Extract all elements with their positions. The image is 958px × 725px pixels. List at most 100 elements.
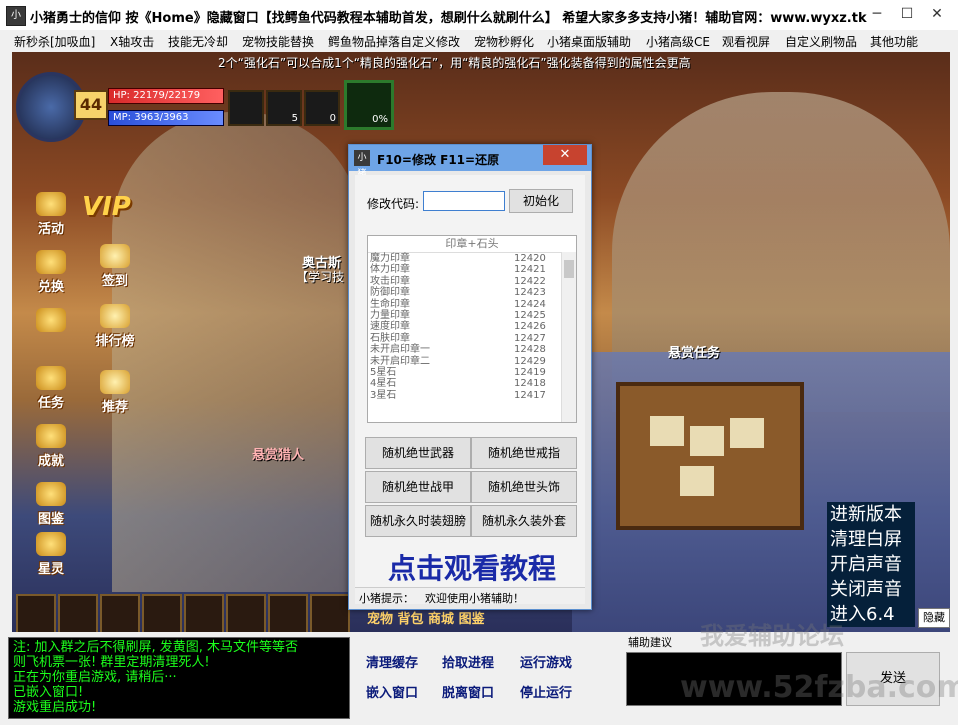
menu-item-x-attack[interactable]: X轴攻击 — [110, 33, 154, 50]
random-armor-button[interactable]: 随机绝世战甲 — [365, 471, 471, 503]
list-item[interactable]: 魔力印章 12420 — [368, 253, 576, 264]
menu-item-custom-items[interactable]: 自定义刷物品 — [785, 33, 857, 50]
wing-icon — [36, 308, 66, 332]
bounty-note — [650, 416, 684, 446]
clear-cache-button[interactable]: 清理缓存 — [366, 652, 418, 671]
menu-item-pet-hatch[interactable]: 宠物秒孵化 — [474, 33, 534, 50]
random-coat-button[interactable]: 随机永久装外套 — [471, 505, 577, 537]
bounty-title: 悬赏任务 — [668, 346, 721, 361]
list-item[interactable]: 石肤印章 12427 — [368, 333, 576, 344]
initialize-button[interactable]: 初始化 — [509, 189, 573, 213]
random-wings-button[interactable]: 随机永久时装翅膀 — [365, 505, 471, 537]
menu-item-video[interactable]: 观看视屏 — [722, 33, 770, 50]
bounty-note — [690, 426, 724, 456]
hide-button[interactable]: 隐藏 — [918, 608, 950, 628]
exchange-button[interactable]: 兑换 — [26, 250, 76, 295]
list-item[interactable]: 生命印章 12424 — [368, 299, 576, 310]
pet-slot[interactable]: 0% — [344, 80, 394, 130]
menu-item-advanced-ce[interactable]: 小猪高级CE — [646, 33, 710, 50]
star-spirit-button[interactable]: 星灵 — [26, 532, 76, 577]
skill-slot[interactable] — [16, 594, 56, 632]
random-weapon-button[interactable]: 随机绝世武器 — [365, 437, 471, 469]
list-item[interactable]: 5星石 12419 — [368, 367, 576, 378]
list-item[interactable]: 防御印章 12423 — [368, 287, 576, 298]
dialog-title-bar[interactable]: 小猪 F10=修改 F11=还原 ✕ — [349, 145, 591, 179]
log-line: 正在为你重启游戏, 请稍后··· — [13, 670, 177, 685]
list-item-code: 12426 — [514, 321, 546, 333]
dialog-title: F10=修改 F11=还原 — [377, 153, 500, 167]
list-item[interactable]: 体力印章 12421 — [368, 264, 576, 275]
app-icon: 小猪 — [6, 6, 26, 39]
list-item[interactable]: 未开启印章一 12428 — [368, 344, 576, 355]
task-button[interactable]: 任务 — [26, 366, 76, 411]
menu-item-desktop[interactable]: 小猪桌面版辅助 — [547, 33, 631, 50]
bounty-hunter-name[interactable]: 悬赏猎人 — [252, 444, 304, 463]
skill-slot[interactable] — [142, 594, 182, 632]
list-item[interactable]: 4星石 12418 — [368, 378, 576, 389]
random-ring-button[interactable]: 随机绝世戒指 — [471, 437, 577, 469]
status-text: 欢迎使用小猪辅助！ — [425, 592, 524, 605]
wing-button[interactable] — [26, 308, 76, 334]
close-button[interactable]: ✕ — [920, 2, 954, 26]
list-item[interactable]: 未开启印章二 12429 — [368, 356, 576, 367]
random-headwear-button[interactable]: 随机绝世头饰 — [471, 471, 577, 503]
potion-slot-blue[interactable]: 5 — [266, 90, 302, 126]
list-item-code: 12419 — [514, 366, 546, 378]
list-item-code: 12423 — [514, 287, 546, 299]
embed-window-button[interactable]: 嵌入窗口 — [366, 682, 418, 701]
pick-process-button[interactable]: 拾取进程 — [442, 652, 494, 671]
list-scrollbar[interactable] — [561, 252, 576, 422]
detach-window-button[interactable]: 脱离窗口 — [442, 682, 494, 701]
skill-slot[interactable] — [100, 594, 140, 632]
minimize-button[interactable]: ─ — [860, 2, 894, 26]
clear-white-screen[interactable]: 清理白屏 — [827, 527, 915, 552]
ranking-button[interactable]: 排行榜 — [90, 304, 140, 349]
advice-label: 辅助建议 — [628, 636, 672, 649]
list-item[interactable]: 攻击印章 12422 — [368, 276, 576, 287]
menu-item-other[interactable]: 其他功能 — [870, 33, 918, 50]
recommend-button[interactable]: 推荐 — [90, 370, 140, 415]
menu-item-pet-skill[interactable]: 宠物技能替换 — [242, 33, 314, 50]
list-item-code: 12420 — [514, 253, 546, 264]
list-item-name: 生命印章 — [370, 298, 410, 310]
bounty-board[interactable] — [616, 382, 804, 530]
status-label: 小猪提示： — [359, 592, 414, 605]
vip-icon[interactable]: VIP — [82, 192, 131, 222]
enable-sound[interactable]: 开启声音 — [827, 552, 915, 577]
achievement-button[interactable]: 成就 — [26, 424, 76, 469]
list-item[interactable]: 速度印章 12426 — [368, 321, 576, 332]
menu-item-no-cooldown[interactable]: 技能无冷却 — [168, 33, 228, 50]
menu-item-croc-drop[interactable]: 鳄鱼物品掉落自定义修改 — [328, 33, 460, 50]
scroll-thumb[interactable] — [564, 260, 574, 278]
list-item-name: 5星石 — [370, 366, 397, 378]
item-slot-empty[interactable]: 0 — [304, 90, 340, 126]
maximize-button[interactable]: ☐ — [890, 2, 924, 26]
disable-sound[interactable]: 关闭声音 — [827, 577, 915, 602]
skill-slot[interactable] — [226, 594, 266, 632]
stop-running-button[interactable]: 停止运行 — [520, 682, 572, 701]
signin-button[interactable]: 签到 — [90, 244, 140, 289]
list-item[interactable]: 3星石 12417 — [368, 390, 576, 401]
handbook-button[interactable]: 图鉴 — [26, 482, 76, 527]
log-line: 游戏重启成功! — [13, 700, 97, 715]
skill-slot[interactable] — [58, 594, 98, 632]
potion-slot-red[interactable] — [228, 90, 264, 126]
skill-slot[interactable] — [184, 594, 224, 632]
list-item-name: 体力印章 — [370, 264, 410, 276]
list-item[interactable]: 力量印章 12425 — [368, 310, 576, 321]
game-bottom-tabs[interactable]: 宠物 背包 商城 图鉴 — [367, 608, 485, 627]
run-game-button[interactable]: 运行游戏 — [520, 652, 572, 671]
dialog-close-button[interactable]: ✕ — [543, 145, 587, 165]
list-item-code: 12417 — [514, 389, 546, 401]
skill-slot[interactable] — [268, 594, 308, 632]
enter-new-version[interactable]: 进新版本 — [827, 502, 915, 527]
menu-item-seckill[interactable]: 新秒杀[加吸血] — [14, 33, 95, 50]
watch-tutorial-link[interactable]: 点击观看教程 — [367, 547, 577, 587]
code-input[interactable] — [423, 191, 505, 211]
skill-slot[interactable] — [310, 594, 350, 632]
list-item-name: 力量印章 — [370, 309, 410, 321]
item-code-list[interactable]: 印章+石头 魔力印章 12420 体力印章 12421 攻击印章 12422 防御印章 124… — [367, 235, 577, 423]
thumb-icon — [100, 370, 130, 394]
activity-button[interactable]: 活动 — [26, 192, 76, 237]
dialog-status-bar: 小猪提示： 欢迎使用小猪辅助！ — [355, 587, 585, 605]
